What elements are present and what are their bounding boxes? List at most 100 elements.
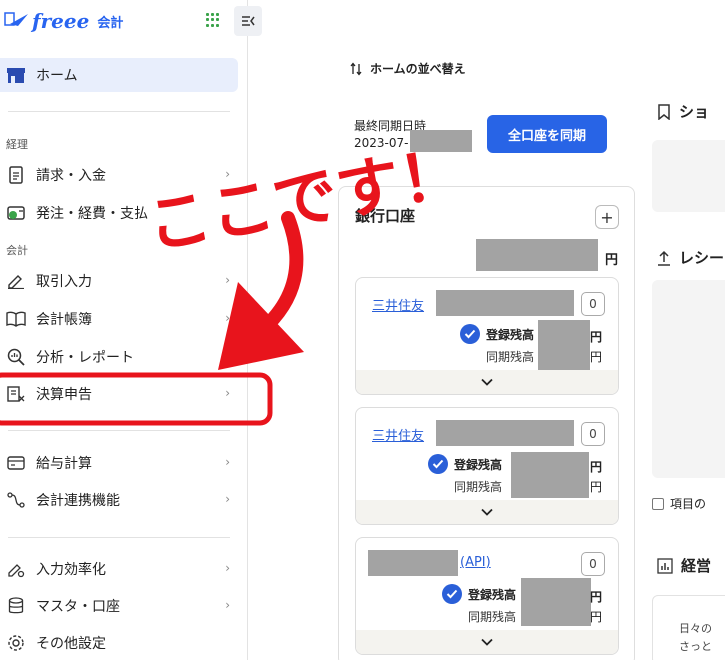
chevron-down-icon (481, 505, 493, 519)
registered-balance-label: 登録残高 (454, 457, 503, 472)
item-checkbox[interactable] (652, 497, 664, 510)
pen-gear-icon (6, 559, 26, 579)
account-name-link[interactable]: 三井住友 (372, 295, 424, 314)
bank-accounts-panel: 銀行口座 + 円 三井住友 0 登録残高 同期残高 円 円 三井住友 0 登録残… (338, 186, 635, 660)
magnifier-chart-icon (6, 347, 26, 367)
sidebar-item-label: その他設定 (36, 636, 106, 652)
chevron-down-icon (481, 375, 493, 389)
registered-balance-unit: 円 (590, 590, 603, 604)
check-circle-icon (428, 454, 448, 474)
redaction-block (521, 578, 591, 626)
bird-logo-icon (4, 12, 28, 26)
bank-accounts-title: 銀行口座 (355, 207, 416, 225)
sidebar-item-master-accounts[interactable]: マスタ・口座 › (0, 591, 240, 621)
check-circle-icon (442, 584, 462, 604)
sidebar-divider (8, 111, 230, 112)
sidebar-item-other-settings[interactable]: その他設定 (0, 628, 240, 658)
sidebar-item-payroll[interactable]: 給与計算 › (0, 448, 240, 478)
sidebar-item-label: 発注・経費・支払 (36, 206, 148, 222)
registered-balance-row: 登録残高 (428, 454, 502, 474)
sidebar-item-integrations[interactable]: 会計連携機能 › (0, 485, 240, 515)
redaction-block (511, 452, 589, 498)
receipt-title-text: レシー (679, 249, 725, 267)
shortcut-content-area (652, 140, 725, 212)
sidebar-item-reports[interactable]: 分析・レポート › (0, 342, 240, 372)
synced-balance-label: 同期残高 (468, 610, 517, 624)
unprocessed-count-badge[interactable]: 0 (581, 422, 605, 446)
shortcut-title-text: ショ (679, 103, 710, 121)
chevron-right-icon: › (225, 349, 230, 363)
sidebar-item-ledger[interactable]: 会計帳簿 › (0, 304, 240, 334)
sidebar-item-label: 入力効率化 (36, 562, 106, 578)
chevron-right-icon: › (225, 561, 230, 575)
sidebar-item-label: 取引入力 (36, 274, 92, 290)
logo-wordmark: freee (32, 9, 90, 33)
sidebar-divider (8, 537, 230, 538)
unprocessed-count-badge[interactable]: 0 (581, 552, 605, 576)
sidebar-item-invoice[interactable]: 請求・入金 › (0, 160, 240, 190)
sidebar-item-expenses[interactable]: 発注・経費・支払 (0, 198, 240, 228)
synced-balance-unit: 円 (590, 610, 603, 624)
upload-icon (658, 250, 670, 266)
freee-logo[interactable]: freee 会計 (4, 6, 123, 36)
bank-account-card: (API) 0 登録残高 同期残高 円 円 (355, 537, 619, 655)
callout-arrow-shaft (255, 211, 304, 337)
shortcut-section-title: ショ (657, 101, 709, 122)
sync-all-accounts-button[interactable]: 全口座を同期 (487, 115, 607, 153)
expand-account-button[interactable] (356, 500, 618, 524)
chevron-right-icon: › (225, 311, 230, 325)
business-card-line: 日々の (679, 622, 712, 635)
bar-chart-icon (657, 557, 673, 574)
expand-account-button[interactable] (356, 370, 618, 394)
chevron-down-icon (481, 635, 493, 649)
receipt-section-title: レシー (657, 247, 724, 268)
plus-icon: + (600, 207, 614, 227)
redaction-block (436, 290, 574, 316)
redaction-block (476, 239, 598, 271)
redaction-block (410, 130, 472, 152)
total-balance-unit: 円 (605, 253, 619, 268)
account-name-link[interactable]: 三井住友 (372, 425, 424, 444)
registered-balance-row: 登録残高 (442, 584, 516, 604)
sidebar-item-label: 分析・レポート (36, 350, 134, 366)
registered-balance-label: 登録残高 (486, 327, 535, 342)
receipt-upload-area[interactable] (652, 280, 725, 478)
account-name-link[interactable]: (API) (460, 555, 491, 570)
redaction-block (368, 550, 458, 576)
last-sync-date: 2023-07- (354, 136, 409, 150)
business-title-text: 経営 (681, 557, 712, 575)
unprocessed-count-badge[interactable]: 0 (581, 292, 605, 316)
app-grid-icon[interactable] (206, 13, 220, 27)
section-label-keiri: 経理 (6, 138, 28, 151)
sidebar-item-efficiency[interactable]: 入力効率化 › (0, 554, 240, 584)
sidebar-item-label: 給与計算 (36, 456, 92, 472)
bank-account-card: 三井住友 0 登録残高 同期残高 円 円 (355, 407, 619, 525)
reorder-home-button[interactable]: ホームの並べ替え (350, 60, 466, 77)
reorder-label: ホームの並べ替え (370, 62, 466, 76)
document-icon (6, 165, 26, 185)
business-card: 日々の さっと (652, 595, 725, 660)
sidebar-item-home[interactable]: ホーム (0, 58, 238, 92)
sidebar-item-label: 請求・入金 (36, 168, 106, 184)
business-section-title: 経営 (657, 555, 711, 576)
add-account-button[interactable]: + (595, 205, 619, 229)
card-icon (6, 453, 26, 473)
collapse-sidebar-button[interactable] (234, 6, 262, 36)
link-flow-icon (6, 490, 26, 510)
sidebar-item-transaction-entry[interactable]: 取引入力 › (0, 266, 240, 296)
synced-balance-unit: 円 (590, 480, 603, 494)
home-icon (7, 68, 25, 83)
sidebar-item-label: マスタ・口座 (36, 599, 120, 615)
registered-balance-unit: 円 (590, 330, 603, 344)
synced-balance-unit: 円 (590, 350, 603, 364)
sidebar-item-closing-tax[interactable]: 決算申告 › (0, 379, 240, 409)
registered-balance-label: 登録残高 (468, 587, 517, 602)
bank-account-card: 三井住友 0 登録残高 同期残高 円 円 (355, 277, 619, 395)
item-checkbox-row[interactable]: 項目の (652, 495, 706, 512)
sidebar-item-label: 決算申告 (36, 387, 92, 403)
expand-account-button[interactable] (356, 630, 618, 654)
pen-icon (6, 271, 26, 291)
collapse-icon (242, 16, 255, 26)
closing-document-icon (6, 384, 26, 404)
sort-arrows-icon (350, 61, 362, 76)
